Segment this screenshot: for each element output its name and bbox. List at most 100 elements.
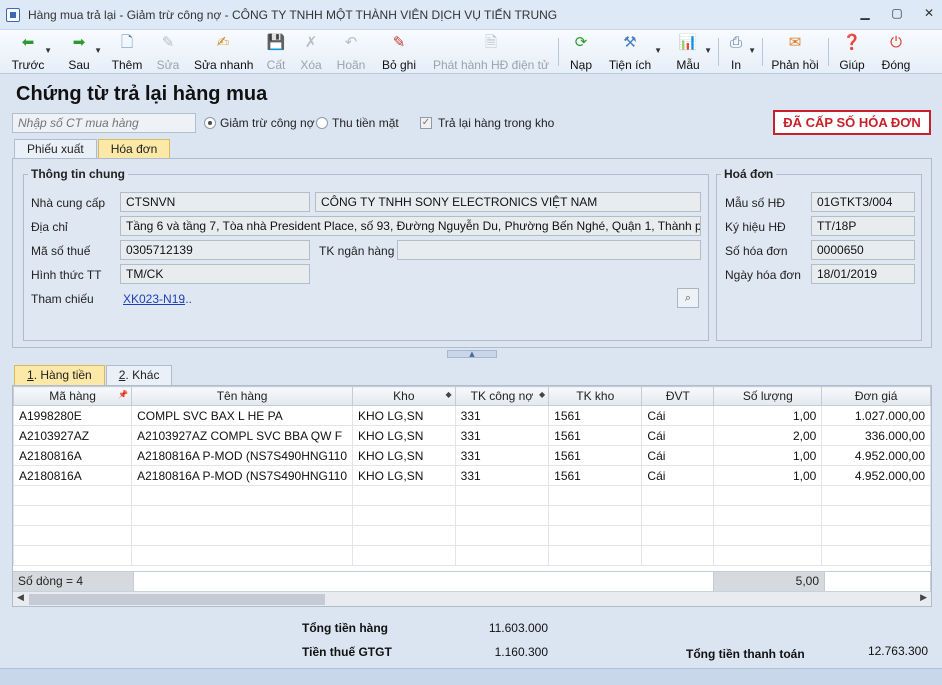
radio-dot[interactable] [204, 117, 216, 129]
help-button[interactable]: ❓ Giúp [838, 32, 866, 72]
collapse-panel-handle[interactable]: ▲ [447, 350, 497, 358]
table-cell[interactable]: COMPL SVC BAX L HE PA [131, 405, 354, 426]
table-cell[interactable]: KHO LG,SN [352, 405, 456, 426]
radio-debt-reduction[interactable]: Giảm trừ công nợ [204, 116, 315, 130]
chevron-down-icon[interactable]: ▼ [704, 46, 712, 55]
source-document-input[interactable] [12, 113, 196, 133]
invoice-date-field[interactable]: 18/01/2019 [811, 264, 915, 284]
table-cell[interactable]: A2180816A P-MOD (NS7S490HNG110 [131, 465, 354, 486]
checkmark-icon[interactable]: ✓ [420, 117, 432, 129]
table-cell[interactable]: 1561 [548, 405, 643, 426]
table-cell[interactable] [454, 525, 550, 546]
table-cell[interactable] [641, 505, 715, 526]
next-button[interactable]: ➡ Sau ▼ [64, 32, 102, 72]
table-row[interactable]: A2103927AZ A2103927AZ COMPL SVC BBA QW FK… [13, 425, 931, 446]
empty-row[interactable] [13, 525, 931, 546]
table-cell[interactable] [713, 505, 823, 526]
table-cell[interactable] [713, 545, 823, 566]
table-cell[interactable]: 331 [454, 425, 550, 446]
maximize-icon[interactable]: ▢ [890, 6, 904, 20]
table-cell[interactable]: A2180816A P-MOD (NS7S490HNG110 [131, 445, 354, 466]
col-header-stock-account[interactable]: TK kho [548, 386, 643, 406]
table-cell[interactable] [352, 545, 456, 566]
table-cell[interactable] [641, 485, 715, 506]
table-cell[interactable] [131, 525, 354, 546]
edit-button[interactable]: ✎ Sửa [156, 32, 180, 72]
empty-row[interactable] [13, 505, 931, 526]
chevron-down-icon[interactable]: ▼ [94, 46, 102, 55]
reference-more-link[interactable]: ... [182, 292, 192, 306]
table-cell[interactable] [641, 525, 715, 546]
table-cell[interactable]: 4.952.000,00 [821, 445, 931, 466]
table-row[interactable]: A1998280E COMPL SVC BAX L HE PA KHO LG,SN 3… [13, 405, 931, 426]
table-cell[interactable] [821, 505, 931, 526]
scroll-left-icon[interactable]: ◀ [17, 593, 24, 603]
template-button[interactable]: 📊 Mẫu ▼ [674, 32, 712, 72]
table-cell[interactable]: 331 [454, 405, 550, 426]
scrollbar-thumb[interactable] [29, 594, 325, 605]
chevron-down-icon[interactable]: ▼ [748, 46, 756, 55]
table-cell[interactable]: 4.952.000,00 [821, 465, 931, 486]
col-header-payable-account[interactable]: TK công nợ ◆ [454, 386, 550, 406]
table-cell[interactable] [548, 505, 643, 526]
table-cell[interactable]: KHO LG,SN [352, 445, 456, 466]
scroll-right-icon[interactable]: ▶ [920, 593, 927, 603]
close-button[interactable]: ⏻ Đóng [880, 32, 912, 72]
save-button[interactable]: 💾 Cất [264, 32, 288, 72]
supplier-code-field[interactable]: CTSNVN [120, 192, 310, 212]
tax-code-field[interactable]: 0305712139 [120, 240, 310, 260]
table-cell[interactable] [821, 485, 931, 506]
table-cell[interactable] [13, 485, 133, 506]
table-cell[interactable] [352, 505, 456, 526]
col-header-quantity[interactable]: Số lượng [713, 386, 823, 406]
table-cell[interactable]: 1,00 [713, 405, 823, 426]
empty-row[interactable] [13, 545, 931, 566]
minimize-icon[interactable]: ▁ [858, 6, 872, 20]
table-cell[interactable] [548, 525, 643, 546]
table-cell[interactable] [13, 525, 133, 546]
table-cell[interactable]: 1561 [548, 425, 643, 446]
table-cell[interactable]: A2180816A [13, 445, 133, 466]
table-cell[interactable] [352, 485, 456, 506]
tab-goods-money[interactable]: 1. Hàng tiền [14, 365, 105, 385]
col-header-item-code[interactable]: Mã hàng 📌 [13, 386, 133, 406]
table-cell[interactable] [13, 545, 133, 566]
table-cell[interactable]: 336.000,00 [821, 425, 931, 446]
radio-cash-receipt[interactable]: Thu tiền mặt [316, 116, 399, 130]
table-cell[interactable] [641, 545, 715, 566]
close-icon[interactable]: ✕ [922, 6, 936, 20]
radio-dot[interactable] [316, 117, 328, 129]
table-cell[interactable]: A2103927AZ [13, 425, 133, 446]
unpost-button[interactable]: ✎ Bỏ ghi [382, 32, 416, 72]
table-cell[interactable] [131, 485, 354, 506]
tab-export-slip[interactable]: Phiếu xuất [14, 139, 97, 159]
table-cell[interactable] [131, 505, 354, 526]
invoice-form-field[interactable]: 01GTKT3/004 [811, 192, 915, 212]
tab-invoice[interactable]: Hóa đơn [97, 139, 171, 159]
tab-other[interactable]: 2. Khác [105, 365, 173, 385]
supplier-name-field[interactable]: CÔNG TY TNHH SONY ELECTRONICS VIỆT NAM [315, 192, 701, 212]
payment-method-field[interactable]: TM/CK [120, 264, 310, 284]
table-cell[interactable]: KHO LG,SN [352, 425, 456, 446]
table-cell[interactable] [131, 545, 354, 566]
table-cell[interactable]: A1998280E [13, 405, 133, 426]
invoice-symbol-field[interactable]: TT/18P [811, 216, 915, 236]
table-cell[interactable]: 2,00 [713, 425, 823, 446]
table-cell[interactable]: 1561 [548, 445, 643, 466]
table-cell[interactable] [821, 545, 931, 566]
reference-link[interactable]: XK023-N19 [123, 292, 185, 306]
prev-button[interactable]: ⬅ Trước ▼ [10, 32, 52, 72]
col-header-warehouse[interactable]: Kho ◆ [352, 386, 456, 406]
col-header-item-name[interactable]: Tên hàng [131, 386, 354, 406]
utilities-button[interactable]: ⚒ Tiện ích ▼ [608, 32, 662, 72]
table-cell[interactable]: KHO LG,SN [352, 465, 456, 486]
table-cell[interactable] [821, 525, 931, 546]
chevron-down-icon[interactable]: ▼ [654, 46, 662, 55]
table-cell[interactable]: Cái [641, 445, 715, 466]
table-cell[interactable]: A2103927AZ COMPL SVC BBA QW F [131, 425, 354, 446]
lookup-icon[interactable]: ⌕ [677, 288, 699, 308]
feedback-button[interactable]: ✉ Phản hồi [771, 32, 819, 72]
return-in-stock-checkbox[interactable]: ✓ Trả lại hàng trong kho [420, 116, 554, 130]
table-cell[interactable]: 331 [454, 445, 550, 466]
table-row[interactable]: A2180816A A2180816A P-MOD (NS7S490HNG110 K… [13, 465, 931, 486]
